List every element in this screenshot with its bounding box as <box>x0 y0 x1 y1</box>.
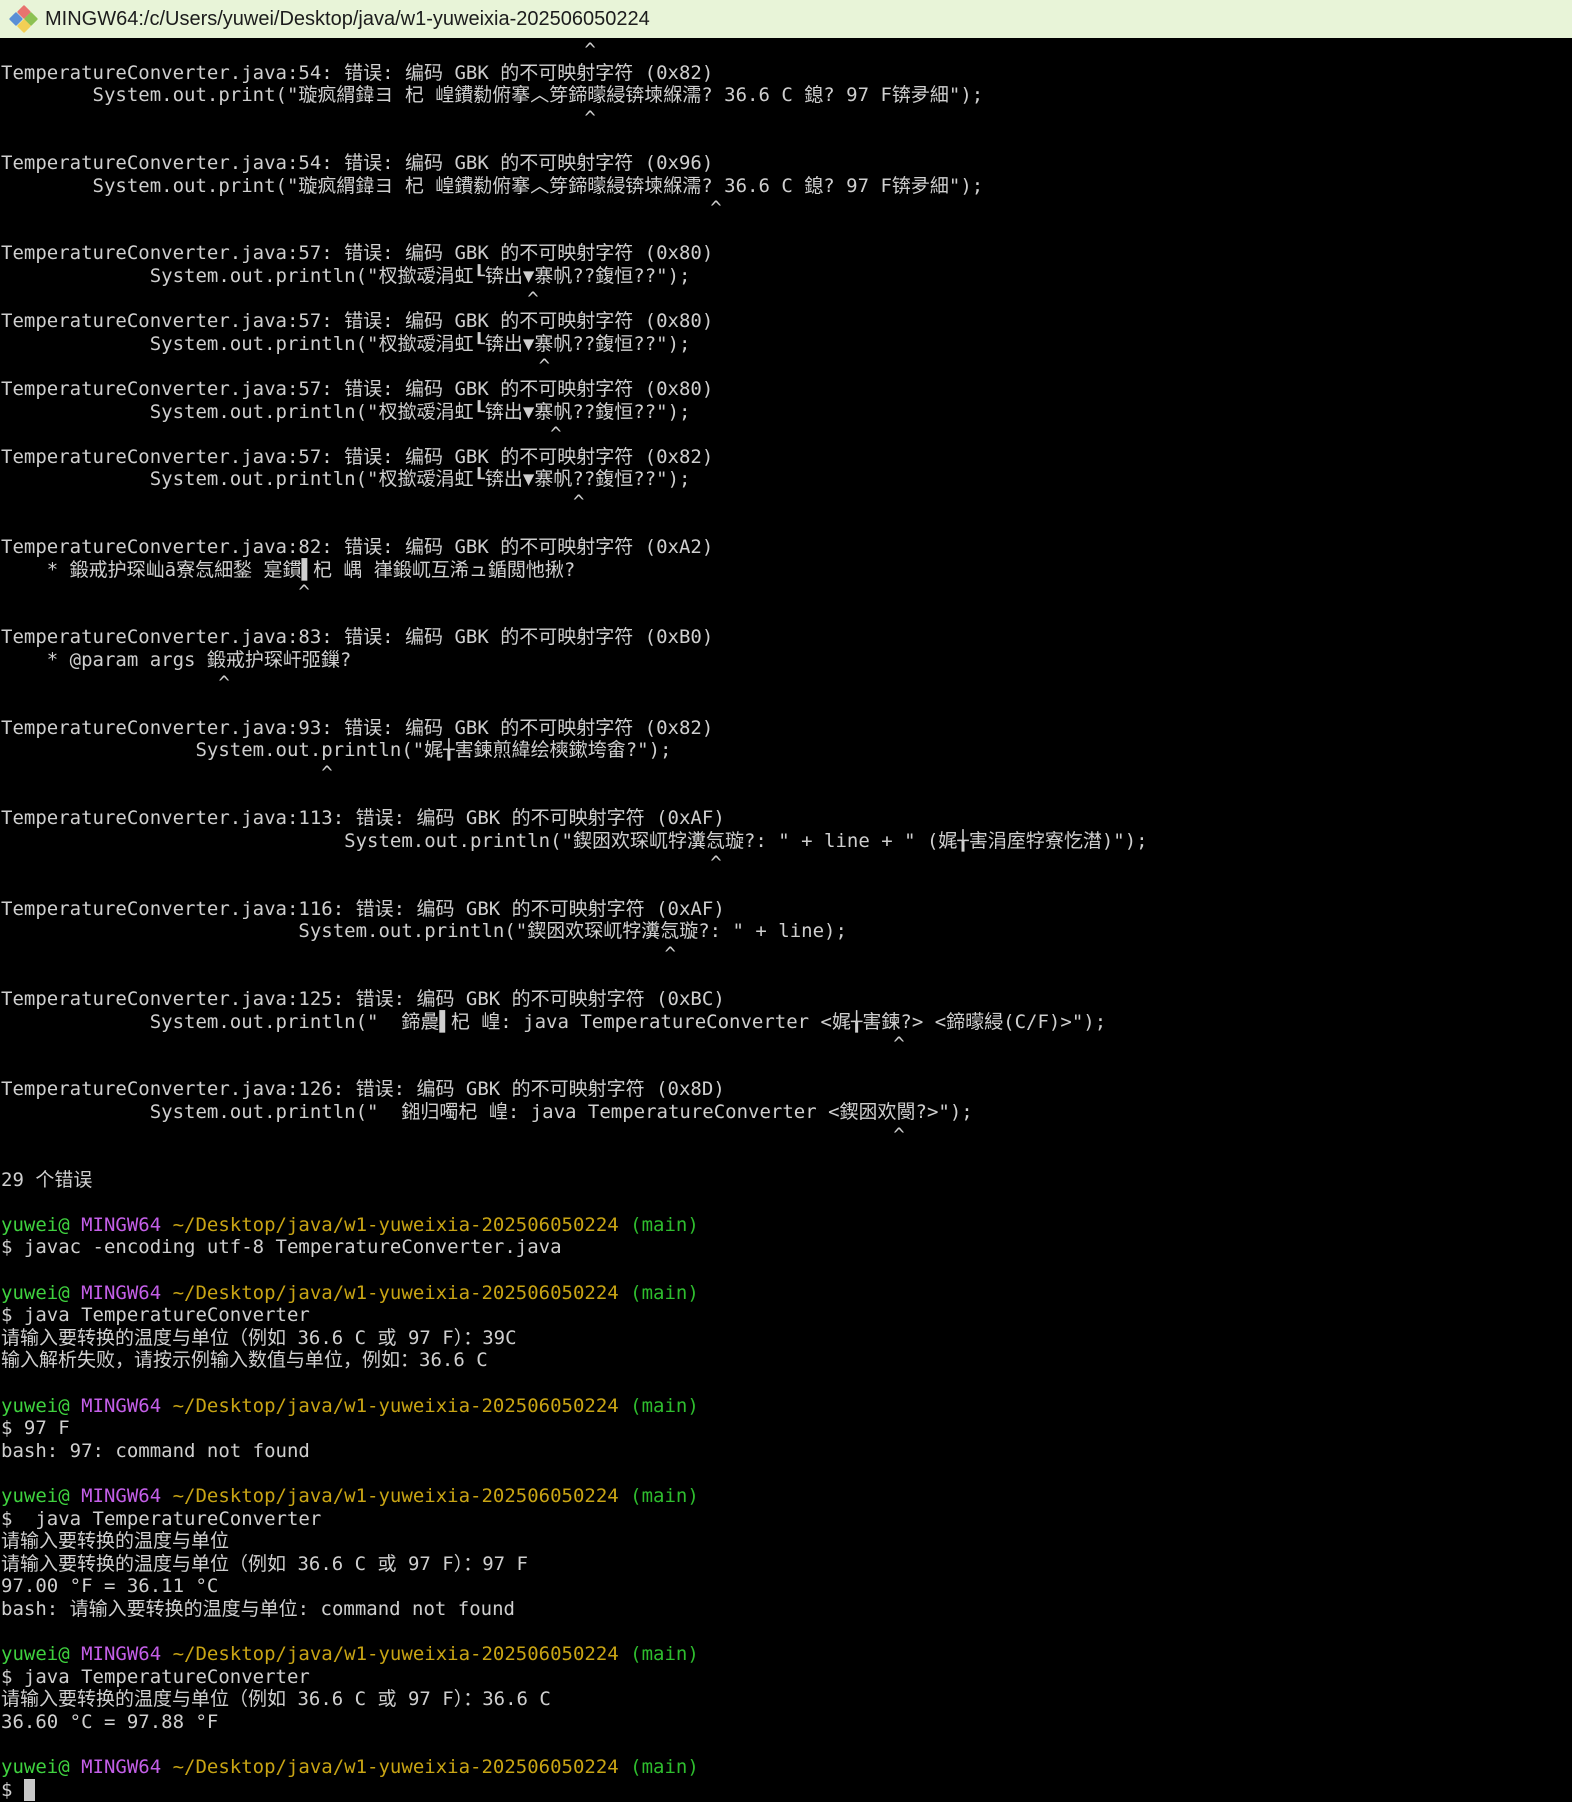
terminal-line: System.out.println("杈撳叆涓虹┖锛出▼寨帆??鍑恒??"); <box>1 468 1572 491</box>
terminal-line: 29 个错误 <box>1 1169 1572 1192</box>
terminal-line: TemperatureConverter.java:83: 错误: 编码 GBK… <box>1 626 1572 649</box>
error-caret-line: ^ <box>1 491 1572 514</box>
terminal-line <box>1 1734 1572 1757</box>
terminal-line: yuwei@ MINGW64 ~/Desktop/java/w1-yuweixi… <box>1 1485 1572 1508</box>
error-caret-line: ^ <box>1 1124 1572 1147</box>
error-caret-line: ^ <box>1 581 1572 604</box>
terminal-line: 97.00 °F = 36.11 °C <box>1 1575 1572 1598</box>
terminal-line: System.out.println("杈撳叆涓虹┖锛出▼寨帆??鍑恒??"); <box>1 265 1572 288</box>
error-caret-line: ^ <box>1 672 1572 695</box>
terminal-line: TemperatureConverter.java:82: 错误: 编码 GBK… <box>1 536 1572 559</box>
terminal-line: bash: 请输入要转换的温度与单位: command not found <box>1 1598 1572 1621</box>
terminal-line: yuwei@ MINGW64 ~/Desktop/java/w1-yuweixi… <box>1 1395 1572 1418</box>
terminal-line <box>1 513 1572 536</box>
terminal-line: 请输入要转换的温度与单位（例如 36.6 C 或 97 F）：39C <box>1 1327 1572 1350</box>
error-caret-line: ^ <box>1 1033 1572 1056</box>
terminal-line <box>1 1146 1572 1169</box>
terminal-line: System.out.println("娓╁害鍊煎緯绘樉鏉垮畬?"); <box>1 739 1572 762</box>
terminal-line <box>1 875 1572 898</box>
terminal-line: TemperatureConverter.java:57: 错误: 编码 GBK… <box>1 310 1572 333</box>
terminal-line: TemperatureConverter.java:57: 错误: 编码 GBK… <box>1 446 1572 469</box>
terminal-line: $ javac -encoding utf-8 TemperatureConve… <box>1 1236 1572 1259</box>
terminal-line: yuwei@ MINGW64 ~/Desktop/java/w1-yuweixi… <box>1 1756 1572 1779</box>
terminal-line: * 鍛戒护琛屾ā寮忥細鍫 寔鏆▌杞 嵎 嵂鍛屼互浠ュ鍎閲忚揪? <box>1 559 1572 582</box>
error-caret-line: ^ <box>1 197 1572 220</box>
terminal-line: 请输入要转换的温度与单位 <box>1 1530 1572 1553</box>
terminal-line: 输入解析失败，请按示例输入数值与单位，例如：36.6 C <box>1 1349 1572 1372</box>
terminal-line: TemperatureConverter.java:93: 错误: 编码 GBK… <box>1 717 1572 740</box>
terminal-screen[interactable]: ^TemperatureConverter.java:54: 错误: 编码 GB… <box>0 38 1572 1802</box>
terminal-line: $ 97 F <box>1 1417 1572 1440</box>
error-caret-line: ^ <box>1 852 1572 875</box>
terminal-line: TemperatureConverter.java:57: 错误: 编码 GBK… <box>1 242 1572 265</box>
terminal-line <box>1 694 1572 717</box>
terminal-line <box>1 1191 1572 1214</box>
text-cursor <box>24 1779 35 1801</box>
terminal-line <box>1 129 1572 152</box>
terminal-line: System.out.println(" 鍗曟▌杞 崲: java Temper… <box>1 1011 1572 1034</box>
terminal-line: $ java TemperatureConverter <box>1 1508 1572 1531</box>
terminal-line: TemperatureConverter.java:54: 错误: 编码 GBK… <box>1 62 1572 85</box>
terminal-line <box>1 604 1572 627</box>
error-caret-line: ^ <box>1 355 1572 378</box>
terminal-line: yuwei@ MINGW64 ~/Desktop/java/w1-yuweixi… <box>1 1214 1572 1237</box>
error-caret-line: ^ <box>1 423 1572 446</box>
terminal-line: System.out.println(" 鎺归噣杞 崲: java Temper… <box>1 1101 1572 1124</box>
terminal-line: yuwei@ MINGW64 ~/Desktop/java/w1-yuweixi… <box>1 1643 1572 1666</box>
terminal-line: $ java TemperatureConverter <box>1 1304 1572 1327</box>
error-caret-line: ^ <box>1 107 1572 130</box>
terminal-line: TemperatureConverter.java:54: 错误: 编码 GBK… <box>1 152 1572 175</box>
error-caret-line: ^ <box>1 288 1572 311</box>
terminal-line: System.out.println("杈撳叆涓虹┖锛出▼寨帆??鍑恒??"); <box>1 333 1572 356</box>
terminal-line: System.out.println("杈撳叆涓虹┖锛出▼寨帆??鍑恒??"); <box>1 401 1572 424</box>
error-caret-line: ^ <box>1 762 1572 785</box>
terminal-line: $ <box>1 1779 1572 1802</box>
error-caret-line: ^ <box>1 39 1572 62</box>
terminal-line <box>1 785 1572 808</box>
terminal-line <box>1 1462 1572 1485</box>
terminal-line: System.out.println("鍥囦欢琛屼牸瀵忥璇?: " + line… <box>1 830 1572 853</box>
terminal-line: TemperatureConverter.java:125: 错误: 编码 GB… <box>1 988 1572 1011</box>
terminal-line <box>1 965 1572 988</box>
terminal-line: TemperatureConverter.java:116: 错误: 编码 GB… <box>1 898 1572 921</box>
window-title: MINGW64:/c/Users/yuwei/Desktop/java/w1-y… <box>45 8 650 31</box>
titlebar: MINGW64:/c/Users/yuwei/Desktop/java/w1-y… <box>0 0 1572 38</box>
terminal-line: $ java TemperatureConverter <box>1 1666 1572 1689</box>
error-caret-line: ^ <box>1 943 1572 966</box>
terminal-line <box>1 1259 1572 1282</box>
terminal-line: bash: 97: command not found <box>1 1440 1572 1463</box>
terminal-line: System.out.print("璇疯緭鍏ヨ 杞 崲鐨勬俯搴︿笌鍗曚綅锛堜緥濡… <box>1 175 1572 198</box>
terminal-line: TemperatureConverter.java:126: 错误: 编码 GB… <box>1 1078 1572 1101</box>
terminal-line: yuwei@ MINGW64 ~/Desktop/java/w1-yuweixi… <box>1 1282 1572 1305</box>
terminal-line: 请输入要转换的温度与单位（例如 36.6 C 或 97 F）：36.6 C <box>1 1688 1572 1711</box>
terminal-line <box>1 220 1572 243</box>
terminal-line: * @param args 鍛戒护琛屽弬鏁? <box>1 649 1572 672</box>
terminal-line: 36.60 °C = 97.88 °F <box>1 1711 1572 1734</box>
terminal-line: TemperatureConverter.java:113: 错误: 编码 GB… <box>1 807 1572 830</box>
terminal-line <box>1 1372 1572 1395</box>
terminal-line <box>1 1056 1572 1079</box>
terminal-line: System.out.print("璇疯緭鍏ヨ 杞 崲鐨勬俯搴︿笌鍗曚綅锛堜緥濡… <box>1 84 1572 107</box>
terminal-line: TemperatureConverter.java:57: 错误: 编码 GBK… <box>1 378 1572 401</box>
terminal-line: 请输入要转换的温度与单位（例如 36.6 C 或 97 F）：97 F <box>1 1553 1572 1576</box>
msys2-logo-icon <box>10 6 36 32</box>
terminal-line: System.out.println("鍥囦欢琛屼牸瀵忥璇?: " + line… <box>1 920 1572 943</box>
terminal-line <box>1 1621 1572 1644</box>
